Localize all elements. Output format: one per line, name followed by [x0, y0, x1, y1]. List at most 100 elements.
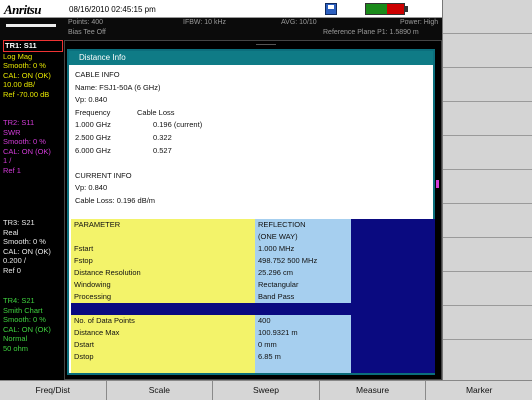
trace-4-impedance: 50 ohm	[3, 343, 29, 353]
bias-tee-readout: Bias Tee Off	[68, 29, 106, 36]
parameter-value: Rectangular	[258, 280, 299, 289]
parameter-value: 6.85 m	[258, 352, 281, 361]
anritsu-logo: Anritsu	[4, 2, 41, 17]
parameter-name: Dstart	[74, 340, 95, 349]
cable-loss-value: 0.196 (current)	[153, 120, 203, 130]
datetime-readout: 08/16/2010 02:45:15 pm	[69, 5, 156, 14]
cable-vp: Vp: 0.840	[75, 95, 108, 105]
freq-dist-menu-button[interactable]: Freq/Dist	[0, 381, 107, 400]
sweep-menu-button[interactable]: Sweep	[213, 381, 320, 400]
trace-4-format: Smith Chart	[3, 305, 43, 315]
cable-loss-value: 0.322	[153, 132, 172, 142]
trace-2-title: TR2: S11	[3, 118, 35, 127]
trace-marker	[436, 180, 439, 188]
trace-3-format: Real	[3, 227, 19, 237]
cable-loss-value: 0.527	[153, 145, 172, 155]
parameter-value: Band Pass	[258, 292, 295, 301]
trace-2-cal: CAL: ON (OK)	[3, 146, 51, 156]
parameter-value: 498.752 500 MHz	[258, 256, 318, 265]
reflection-value-column: REFLECTION (ONE WAY) 1.000 MHz 498.752 5…	[255, 219, 351, 373]
empty-column	[351, 219, 435, 373]
trace-1-reference: Ref -70.00 dB	[3, 89, 50, 99]
battery-level-fill	[366, 4, 387, 14]
cable-loss-row: 2.500 GHz 0.322	[75, 132, 429, 145]
trace-1-format: Log Mag	[3, 51, 33, 61]
softkey-slot[interactable]	[443, 170, 532, 204]
trace-2-scale: 1 /	[3, 156, 12, 166]
current-info-heading: CURRENT INFO	[75, 170, 132, 180]
trace-4-mode: Normal	[3, 334, 28, 344]
current-vp: Vp: 0.840	[75, 183, 108, 193]
softkey-slot[interactable]	[443, 136, 532, 170]
trace-2-reference: Ref 1	[3, 165, 21, 175]
plot-gridline	[256, 44, 276, 45]
trace-indicator-bar	[6, 24, 56, 27]
cable-loss-frequency: 1.000 GHz	[75, 120, 111, 130]
parameter-value: 0 mm	[258, 340, 277, 349]
trace-2-format: SWR	[3, 127, 21, 137]
scale-menu-button[interactable]: Scale	[107, 381, 214, 400]
power-readout: Power: High	[400, 19, 439, 26]
softkey-slot[interactable]	[443, 68, 532, 102]
softkey-slot[interactable]	[443, 0, 532, 34]
battery-icon	[365, 3, 405, 15]
trace-3-legend[interactable]: TR3: S21 Real Smooth: 0 % CAL: ON (OK) 0…	[3, 218, 63, 276]
trace-4-legend[interactable]: TR4: S21 Smith Chart Smooth: 0 % CAL: ON…	[3, 296, 63, 354]
save-icon[interactable]	[325, 3, 337, 15]
reflection-column-header: REFLECTION	[258, 220, 306, 229]
trace-1-smoothing: Smooth: 0 %	[3, 61, 46, 71]
trace-2-smoothing: Smooth: 0 %	[3, 137, 46, 147]
softkey-slot[interactable]	[443, 306, 532, 340]
current-cable-loss: Cable Loss: 0.196 dB/m	[75, 195, 156, 205]
table-divider	[71, 303, 255, 315]
dialog-title: Distance Info	[69, 51, 433, 65]
trace-4-smoothing: Smooth: 0 %	[3, 315, 46, 325]
cable-loss-row: 1.000 GHz 0.196 (current)	[75, 119, 429, 132]
parameter-column-header: PARAMETER	[74, 220, 121, 229]
trace-1-scale: 10.00 dB/	[3, 80, 36, 90]
trace-3-reference: Ref 0	[3, 265, 21, 275]
parameter-name: Processing	[74, 292, 112, 301]
parameter-name: Fstart	[74, 244, 94, 253]
reflection-column-subheader: (ONE WAY)	[258, 232, 298, 241]
softkey-slot[interactable]	[443, 34, 532, 68]
cable-name: Name: FSJ1-50A (6 GHz)	[75, 82, 161, 92]
parameter-name: Distance Resolution	[74, 268, 141, 277]
parameter-name: Windowing	[74, 280, 111, 289]
softkey-slot[interactable]	[443, 272, 532, 306]
softkey-slot[interactable]	[443, 102, 532, 136]
trace-3-title: TR3: S21	[3, 218, 35, 227]
measurement-status-row: Points: 400 Bias Tee Off IFBW: 10 kHz AV…	[0, 18, 442, 40]
parameter-name: Dstop	[74, 352, 94, 361]
cable-info-heading: CABLE INFO	[75, 70, 120, 79]
trace-3-scale: 0.200 /	[3, 256, 26, 266]
measure-menu-button[interactable]: Measure	[320, 381, 427, 400]
cable-loss-column-header: Cable Loss	[137, 107, 175, 117]
marker-menu-button[interactable]: Marker	[426, 381, 532, 400]
trace-4-title: TR4: S21	[3, 296, 35, 305]
bottom-menu-bar: Freq/Dist Scale Sweep Measure Marker	[0, 380, 532, 400]
parameter-value: 400	[258, 316, 271, 325]
parameter-name-column: PARAMETER Fstart Fstop Distance Resoluti…	[71, 219, 255, 373]
points-readout: Points: 400	[68, 19, 104, 26]
ifbw-readout: IFBW: 10 kHz	[183, 19, 227, 26]
parameter-value: 25.296 cm	[258, 268, 294, 277]
avg-readout: AVG: 10/10	[281, 19, 317, 26]
softkey-slot[interactable]	[443, 204, 532, 238]
trace-2-legend[interactable]: TR2: S11 SWR Smooth: 0 % CAL: ON (OK) 1 …	[3, 118, 63, 176]
trace-1-cal: CAL: ON (OK)	[3, 70, 51, 80]
softkey-panel	[442, 0, 532, 380]
parameter-name: Distance Max	[74, 328, 120, 337]
parameter-value: 1.000 MHz	[258, 244, 295, 253]
parameter-name: No. of Data Points	[74, 316, 135, 325]
trace-3-smoothing: Smooth: 0 %	[3, 237, 46, 247]
softkey-slot[interactable]	[443, 238, 532, 272]
battery-tip	[405, 6, 408, 12]
trace-1-legend[interactable]: TR1: S11 Log Mag Smooth: 0 % CAL: ON (OK…	[3, 40, 63, 100]
table-divider	[255, 303, 351, 315]
frequency-column-header: Frequency	[75, 107, 111, 117]
cable-loss-frequency: 2.500 GHz	[75, 132, 111, 142]
trace-3-cal: CAL: ON (OK)	[3, 246, 51, 256]
